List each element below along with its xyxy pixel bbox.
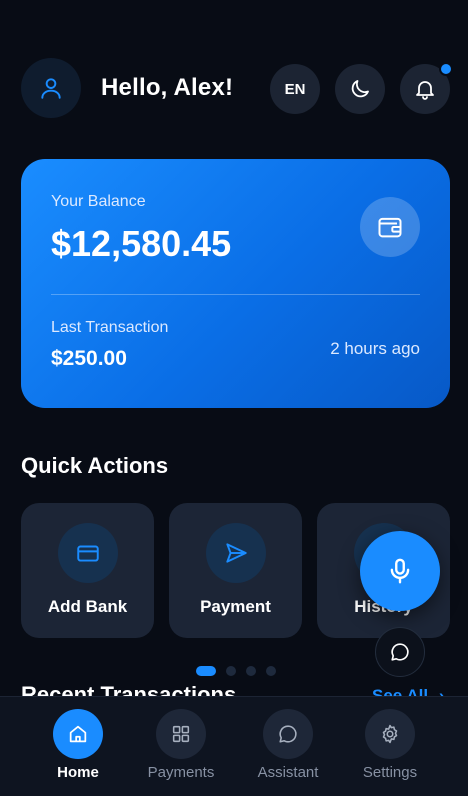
nav-item-payments[interactable]: Payments <box>131 709 231 789</box>
nav-label-payments: Payments <box>147 764 215 781</box>
add-bank-button[interactable]: Add Bank <box>21 503 154 638</box>
settings-icon-circle <box>365 709 415 759</box>
payment-button[interactable]: Payment <box>169 503 302 638</box>
payment-label: Payment <box>200 597 271 616</box>
payments-icon-circle <box>156 709 206 759</box>
card-divider <box>51 294 420 295</box>
user-icon <box>41 78 61 99</box>
app-header: Hello, Alex! EN <box>21 58 453 120</box>
chat-button[interactable] <box>375 627 425 677</box>
bottom-navigation: Home Payments Assistant Settings <box>0 696 468 796</box>
last-transaction-time: 2 hours ago <box>330 339 420 358</box>
nav-item-settings[interactable]: Settings <box>340 709 440 789</box>
carousel-dot[interactable] <box>226 666 236 676</box>
chat-bubble-icon <box>279 725 297 743</box>
add-bank-icon-circle <box>58 523 118 583</box>
wallet-button[interactable] <box>360 197 420 257</box>
nav-label-assistant: Assistant <box>257 764 319 781</box>
last-transaction-label: Last Transaction <box>51 319 169 336</box>
assistant-icon-circle <box>263 709 313 759</box>
send-icon <box>226 543 247 563</box>
nav-item-home[interactable]: Home <box>28 709 128 789</box>
avatar[interactable] <box>21 58 81 118</box>
add-bank-label: Add Bank <box>47 597 128 616</box>
theme-toggle-button[interactable] <box>335 64 385 114</box>
nav-label-settings: Settings <box>362 764 418 781</box>
chat-bubble-icon <box>391 643 409 661</box>
home-icon <box>69 725 87 743</box>
balance-card[interactable]: Your Balance $12,580.45 Last Transaction… <box>21 159 450 408</box>
balance-label: Your Balance <box>51 193 146 210</box>
nav-item-assistant[interactable]: Assistant <box>238 709 338 789</box>
home-icon-circle <box>53 709 103 759</box>
carousel-dot[interactable] <box>246 666 256 676</box>
carousel-dot[interactable] <box>266 666 276 676</box>
carousel-dot-active[interactable] <box>196 666 216 676</box>
nav-label-home: Home <box>57 764 99 781</box>
wallet-icon <box>378 217 402 238</box>
moon-icon <box>351 80 369 98</box>
language-button[interactable]: EN <box>270 64 320 114</box>
last-transaction-amount: $250.00 <box>51 347 127 370</box>
credit-card-icon <box>77 545 99 562</box>
notification-dot <box>439 62 453 76</box>
greeting-text: Hello, Alex! <box>101 74 234 101</box>
bell-icon <box>416 81 434 100</box>
gear-icon <box>382 724 398 744</box>
balance-amount: $12,580.45 <box>51 223 232 264</box>
grid-icon <box>172 725 190 743</box>
microphone-icon <box>390 558 410 584</box>
payment-icon-circle <box>206 523 266 583</box>
quick-actions-title: Quick Actions <box>21 453 169 478</box>
voice-assistant-button[interactable] <box>360 531 440 611</box>
notifications-button[interactable] <box>400 62 453 114</box>
